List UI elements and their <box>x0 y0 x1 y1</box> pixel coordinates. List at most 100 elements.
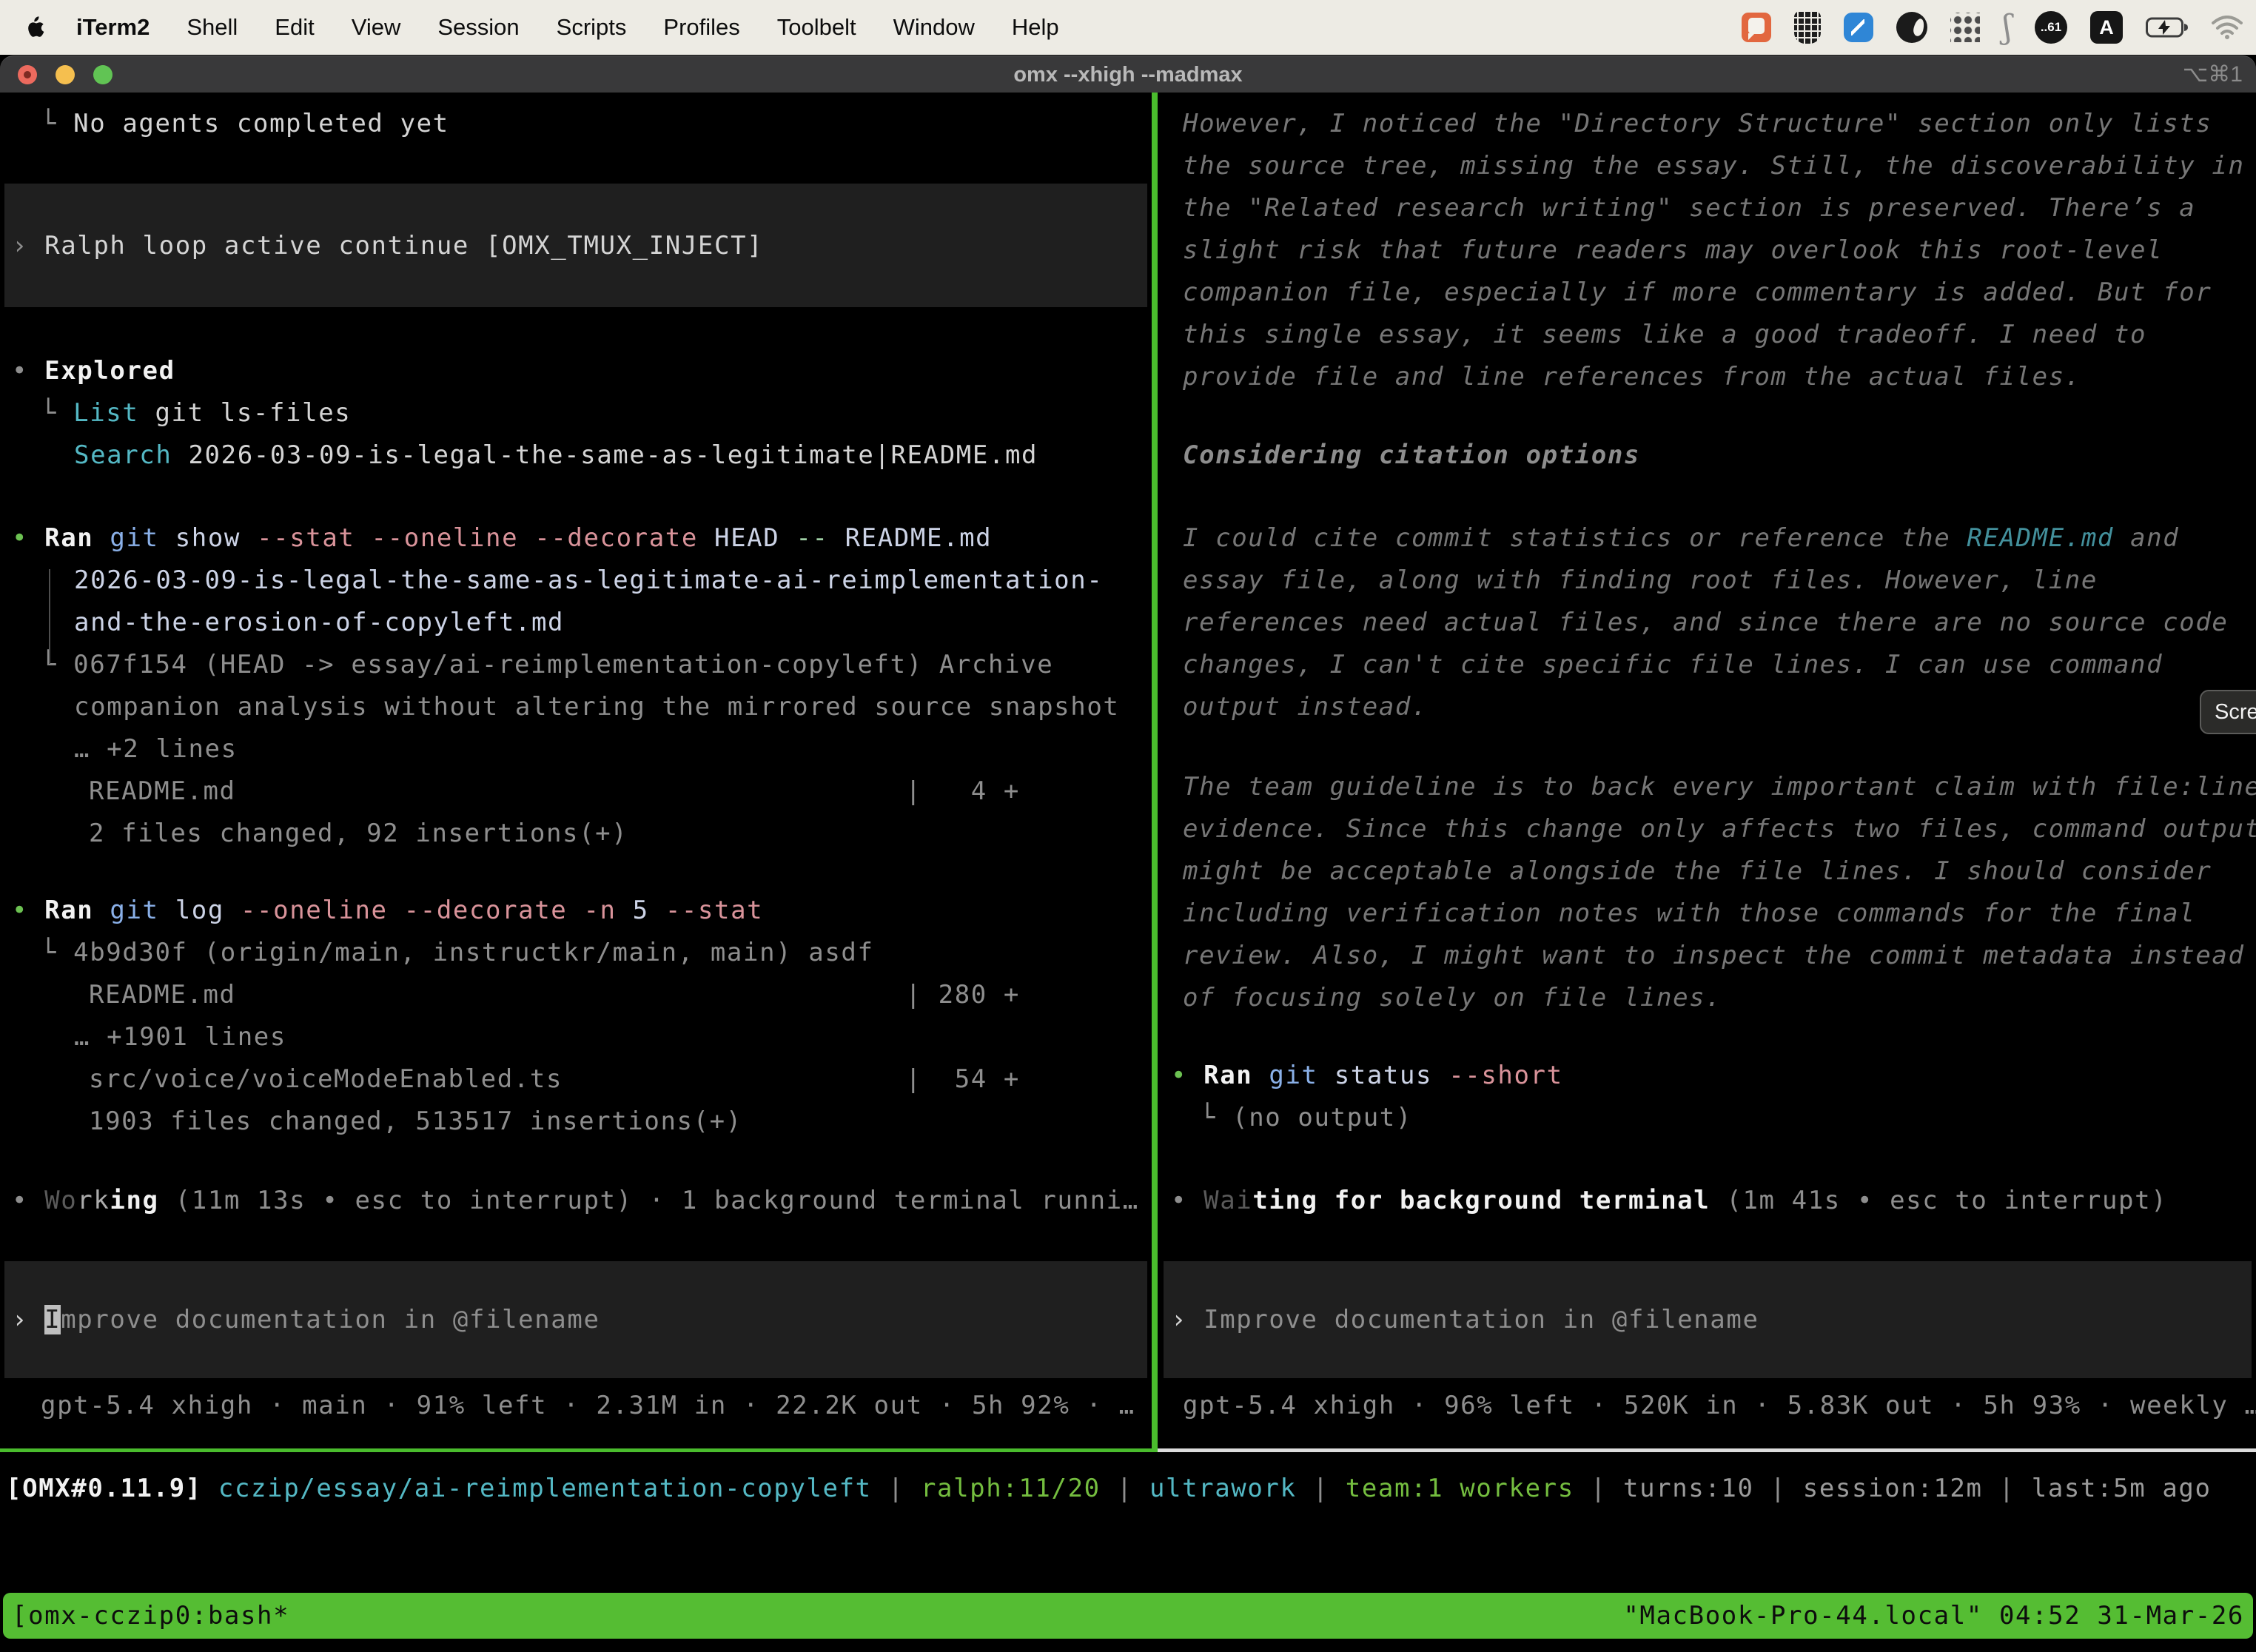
token: README.md <box>845 523 993 553</box>
token: --stat --oneline --decorate <box>257 523 714 553</box>
token: [OMX#0.11.9] <box>6 1474 202 1503</box>
token: the source tree, missing the essay. Stil… <box>1183 151 2245 181</box>
crescent-icon[interactable] <box>1896 12 1927 43</box>
token: and-the-erosion-of-copyleft.md <box>74 608 564 637</box>
reasoning-text: slight risk that future readers may over… <box>1159 229 2256 272</box>
menu-item-edit[interactable]: Edit <box>256 14 332 41</box>
token: log <box>175 896 241 925</box>
git-log-output: └ 4b9d30f (origin/main, instructkr/main,… <box>0 932 1152 974</box>
model-status-line: gpt-5.4 xhigh · main · 91% left · 2.31M … <box>0 1385 1152 1427</box>
menu-status-icons: ʃ ..61 A <box>1742 11 2243 44</box>
apple-logo-icon <box>25 16 44 38</box>
apple-menu-icon[interactable] <box>22 16 47 38</box>
token: 4b9d30f (origin/main, instructkr/main, m… <box>73 938 873 967</box>
token: 2 files changed, 92 insertions(+) <box>89 819 628 848</box>
token: evidence. Since this change only affects… <box>1183 814 2256 844</box>
token: --short <box>1448 1061 1563 1090</box>
pane-divider[interactable] <box>1152 93 1158 1452</box>
input-source-label: A <box>2090 11 2123 44</box>
git-show-output: companion analysis without altering the … <box>0 686 1152 728</box>
token: of focusing solely on file lines. <box>1183 983 1722 1013</box>
menu-item-shell[interactable]: Shell <box>168 14 256 41</box>
screen-overlay-button[interactable]: Scre <box>2200 690 2256 734</box>
token: slight risk that future readers may over… <box>1183 235 2163 265</box>
left-terminal-pane[interactable]: └ No agents completed yet› Ralph loop ac… <box>0 93 1152 1449</box>
token: ralph:11/20 <box>921 1474 1101 1503</box>
token: └ <box>41 938 73 967</box>
input-source-icon[interactable]: A <box>2090 11 2123 44</box>
prompt-input[interactable]: › Improve documentation in @filename <box>4 1261 1147 1378</box>
token: ing <box>110 1186 158 1215</box>
reasoning-text: review. Also, I might want to inspect th… <box>1159 935 2256 977</box>
token: --oneline --decorate <box>241 896 583 925</box>
battery-icon[interactable] <box>2146 16 2189 38</box>
token: … +2 lines <box>74 734 238 764</box>
wifi-icon[interactable] <box>2212 16 2243 39</box>
token: references need actual files, and since … <box>1183 608 2228 637</box>
explored-list-line: └ List git ls-files <box>0 392 1152 434</box>
menu-item-profiles[interactable]: Profiles <box>645 14 758 41</box>
token: HEAD <box>714 523 796 553</box>
token: README.md <box>1967 523 2114 553</box>
reasoning-text: references need actual files, and since … <box>1159 602 2256 644</box>
menu-item-scripts[interactable]: Scripts <box>538 14 645 41</box>
token: git ls-files <box>138 398 351 428</box>
ralph-inject-banner: › Ralph loop active continue [OMX_TMUX_I… <box>4 184 1147 307</box>
percent-badge-icon[interactable]: ..61 <box>2035 11 2067 44</box>
menu-item-toolbelt[interactable]: Toolbelt <box>759 14 875 41</box>
token: this single essay, it seems like a good … <box>1183 320 2146 349</box>
token: | <box>1754 1474 1803 1503</box>
explored-header: • Explored <box>0 350 1152 392</box>
token: provide file and line references from th… <box>1183 362 2081 392</box>
token: └ <box>41 109 73 138</box>
token: --stat <box>665 896 763 925</box>
blue-badge-icon[interactable] <box>1844 13 1873 42</box>
orange-chat-glyph <box>1742 13 1771 42</box>
token: └ <box>41 650 73 679</box>
token: gpt-5.4 xhigh · 96% left · 520K in · 5.8… <box>1183 1391 2256 1420</box>
token: output instead. <box>1183 692 1428 722</box>
token: last:5m ago <box>2032 1474 2212 1503</box>
right-terminal-pane[interactable]: However, I noticed the "Directory Struct… <box>1159 93 2256 1449</box>
prompt-input[interactable]: › Improve documentation in @filename <box>1164 1261 2252 1378</box>
crescent-glyph <box>1896 12 1927 43</box>
token: Considering citation options <box>1183 440 1640 470</box>
ran-git-status-line: • Ran git status --short <box>1159 1055 2256 1097</box>
dots-grid-glyph <box>1950 13 1980 42</box>
orange-chat-icon[interactable] <box>1742 13 1771 42</box>
token: List <box>73 398 138 428</box>
active-pane-border <box>0 1448 1158 1452</box>
menu-item-iterm2[interactable]: iTerm2 <box>58 14 168 41</box>
inactive-pane-border <box>1158 1448 2256 1452</box>
screen-overlay-label: Scre <box>2215 700 2256 725</box>
token: › <box>12 1305 44 1334</box>
reasoning-text: However, I noticed the "Directory Struct… <box>1159 103 2256 145</box>
git-log-output: src/voice/voiceModeEnabled.ts | 54 + <box>0 1058 1152 1101</box>
token: and <box>2114 523 2179 553</box>
reasoning-text: The team guideline is to back every impo… <box>1159 766 2256 808</box>
token: └ <box>41 398 73 428</box>
squiggle-icon[interactable]: ʃ <box>2003 13 2012 42</box>
token: the "Related research writing" section i… <box>1183 193 2195 223</box>
menu-item-help[interactable]: Help <box>993 14 1078 41</box>
token: … +1901 lines <box>74 1022 286 1052</box>
reasoning-text: output instead. <box>1159 686 2256 728</box>
token: • <box>1171 1061 1203 1090</box>
shield-grid-icon[interactable] <box>1794 11 1821 44</box>
reasoning-text: I could cite commit statistics or refere… <box>1159 517 2256 560</box>
dots-grid-icon[interactable] <box>1950 13 1980 42</box>
reasoning-text: changes, I can't cite specific file line… <box>1159 644 2256 686</box>
token: Ran <box>44 523 110 553</box>
menu-item-view[interactable]: View <box>333 14 420 41</box>
token: I could cite commit statistics or refere… <box>1183 523 1967 553</box>
reasoning-text: companion file, especially if more comme… <box>1159 272 2256 314</box>
token: 2026-03-09-is-legal-the-same-as-legitima… <box>172 440 1038 470</box>
menu-item-window[interactable]: Window <box>875 14 993 41</box>
token: Wai <box>1203 1186 1252 1215</box>
token: 1903 files changed, 513517 insertions(+) <box>89 1107 742 1136</box>
window-shortcut-badge: ⌥⌘1 <box>2183 56 2243 93</box>
menu-item-session[interactable]: Session <box>419 14 537 41</box>
token: (11m 13s • esc to interrupt) · 1 backgro… <box>159 1186 1139 1215</box>
token: • <box>12 896 44 925</box>
tmux-session-label[interactable]: [omx-cczip0:bash* <box>12 1601 289 1631</box>
